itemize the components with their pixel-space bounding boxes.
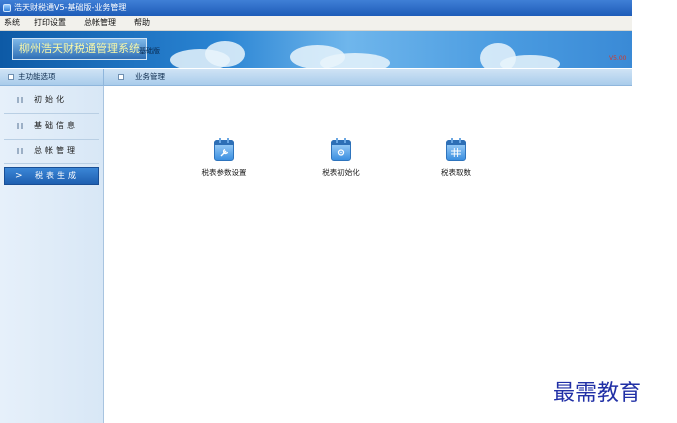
menu-print-settings[interactable]: 打印设置	[34, 16, 66, 30]
cloud-decoration	[205, 41, 245, 67]
sidebar-item-label: 总帐管理	[34, 146, 78, 155]
sidebar-item-basic-info[interactable]: 基础信息	[4, 114, 99, 138]
tax-fetch-button[interactable]: 税表取数	[416, 138, 496, 186]
sidebar-item-label: 税表生成	[35, 171, 79, 180]
app-icon	[3, 4, 11, 12]
grip-icon	[17, 148, 23, 154]
tile-label: 税表初始化	[322, 168, 360, 177]
grip-icon	[17, 97, 23, 103]
cloud-decoration	[500, 55, 560, 68]
tile-label: 税表取数	[441, 168, 471, 177]
tax-param-settings-button[interactable]: 税表参数设置	[184, 138, 264, 186]
brand-title: 柳州浩天财税通管理系统	[12, 38, 147, 60]
title-bar: 浩天财税通V5-基础版-业务管理	[0, 0, 632, 16]
calendar-wrench-icon	[214, 138, 234, 161]
sidebar: 初始化 基础信息 总帐管理 > 税表生成	[0, 86, 104, 423]
tile-label: 税表参数设置	[201, 168, 247, 177]
sidebar-item-label: 初始化	[34, 95, 67, 104]
cloud-decoration	[320, 53, 390, 68]
divider	[4, 163, 99, 164]
main-panel: 税表参数设置 税表初始化 税表取数	[104, 86, 632, 423]
divider	[103, 69, 104, 85]
banner: 柳州浩天财税通管理系统 基础版 V5.00	[0, 31, 632, 68]
sidebar-item-initialize[interactable]: 初始化	[4, 88, 99, 112]
edition-label: 基础版	[139, 47, 160, 55]
app-window: 浩天财税通V5-基础版-业务管理 系统 打印设置 总帐管理 帮助 柳州浩天财税通…	[0, 0, 632, 423]
header-strip: 主功能选项 业务管理	[0, 69, 632, 86]
square-icon	[8, 74, 14, 80]
watermark-text: 最需教育	[553, 381, 642, 406]
window-title: 浩天财税通V5-基础版-业务管理	[14, 3, 127, 12]
calendar-gear-icon	[331, 138, 351, 161]
tax-init-button[interactable]: 税表初始化	[301, 138, 381, 186]
sidebar-item-tax-report[interactable]: > 税表生成	[4, 167, 99, 185]
menu-ledger[interactable]: 总帐管理	[84, 16, 116, 30]
menu-help[interactable]: 帮助	[134, 16, 150, 30]
sidebar-item-label: 基础信息	[34, 121, 78, 130]
version-label: V5.00	[609, 55, 627, 62]
grip-icon	[17, 123, 23, 129]
sidebar-item-ledger[interactable]: 总帐管理	[4, 139, 99, 163]
chevron-right-icon: >	[15, 171, 23, 181]
calendar-grid-icon	[446, 138, 466, 161]
menu-bar: 系统 打印设置 总帐管理 帮助	[0, 16, 632, 31]
menu-system[interactable]: 系统	[4, 16, 20, 30]
main-header-label: 业务管理	[135, 72, 165, 81]
square-icon	[118, 74, 124, 80]
left-header-label: 主功能选项	[18, 72, 56, 81]
